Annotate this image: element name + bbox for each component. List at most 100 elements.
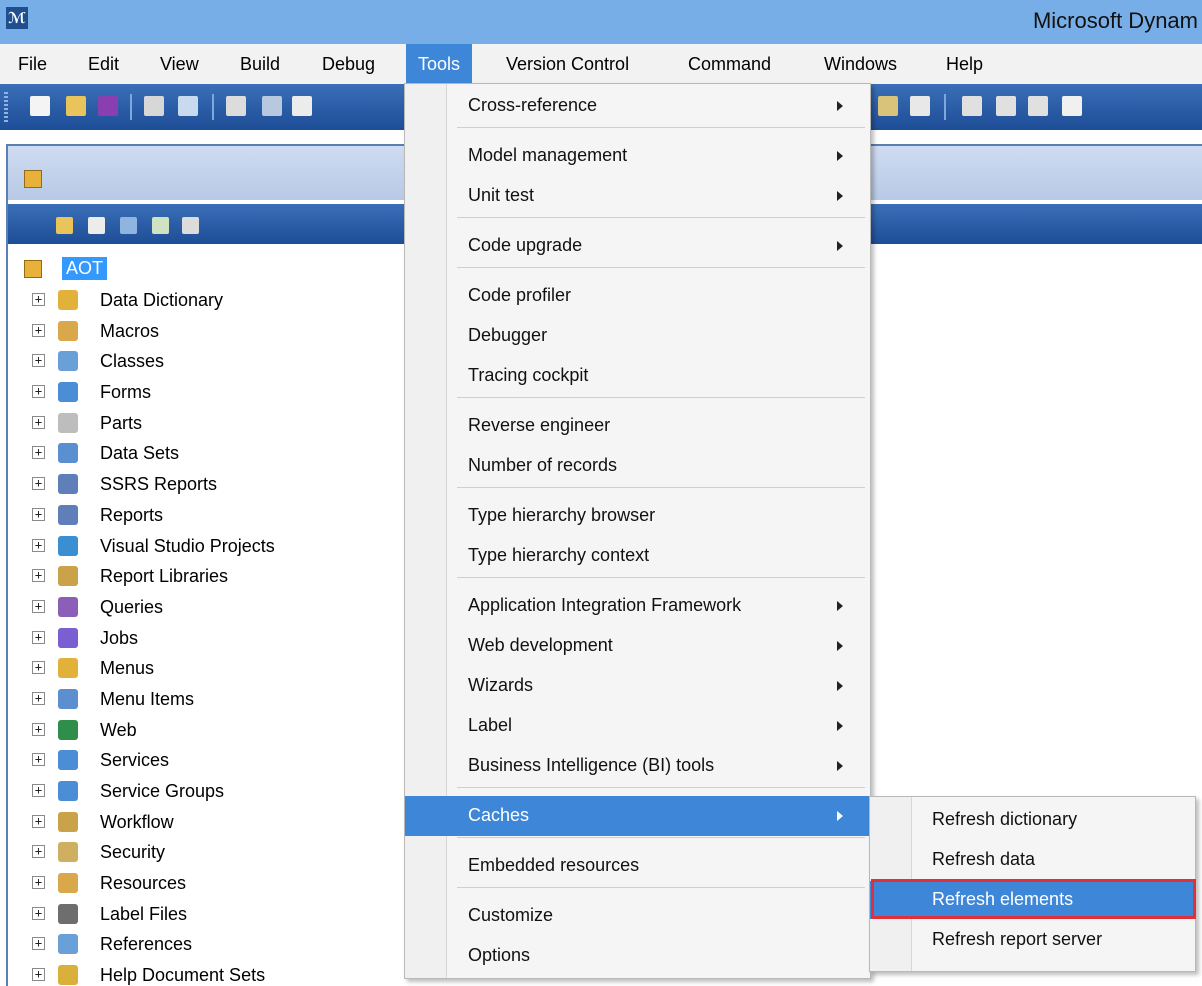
expand-plus-icon[interactable]: + bbox=[32, 538, 45, 552]
tree-node[interactable]: + Classes bbox=[32, 347, 392, 378]
print-preview-icon[interactable] bbox=[178, 96, 198, 116]
expand-plus-icon[interactable]: + bbox=[32, 906, 45, 920]
tools-menu-item[interactable]: Unit test bbox=[405, 176, 870, 216]
tools-menu-item[interactable]: Application Integration Framework bbox=[405, 586, 870, 626]
breakpoint-toggle-icon[interactable] bbox=[996, 96, 1016, 116]
expand-plus-icon[interactable]: + bbox=[32, 814, 45, 828]
tree-node[interactable]: + Web bbox=[32, 716, 392, 747]
app-icon[interactable]: ℳ bbox=[6, 7, 28, 29]
tools-menu-item[interactable]: Model management bbox=[405, 136, 870, 176]
tree-node[interactable]: + Menu Items bbox=[32, 685, 392, 716]
breakpoint-icon[interactable] bbox=[962, 96, 982, 116]
tree-node[interactable]: + Data Sets bbox=[32, 439, 392, 470]
copy-icon[interactable] bbox=[292, 96, 312, 116]
tree-node[interactable]: + Jobs bbox=[32, 624, 392, 655]
tree-node[interactable]: + References bbox=[32, 930, 392, 961]
tools-menu-item[interactable]: Code profiler bbox=[405, 276, 870, 316]
tools-menu-item[interactable]: Label bbox=[405, 706, 870, 746]
tree-node[interactable]: + Reports bbox=[32, 501, 392, 532]
compile-icon[interactable] bbox=[878, 96, 898, 116]
tree-node[interactable]: + Resources bbox=[32, 869, 392, 900]
tools-menu-item[interactable]: Customize bbox=[405, 896, 870, 936]
menu-tools[interactable]: Tools bbox=[406, 44, 473, 84]
tools-menu-item[interactable]: Debugger bbox=[405, 316, 870, 356]
tree-node[interactable]: + Parts bbox=[32, 409, 392, 440]
tree-node[interactable]: + SSRS Reports bbox=[32, 470, 392, 501]
compile-icon[interactable] bbox=[120, 217, 137, 234]
open-icon[interactable] bbox=[56, 217, 73, 234]
expand-plus-icon[interactable]: + bbox=[32, 293, 45, 306]
expand-plus-icon[interactable]: + bbox=[32, 446, 45, 460]
new-file-icon[interactable] bbox=[30, 96, 50, 116]
tree-node[interactable]: + Queries bbox=[32, 593, 392, 624]
tree-node[interactable]: + Workflow bbox=[32, 808, 392, 839]
tree-node[interactable]: + Data Dictionary bbox=[32, 286, 392, 317]
tools-menu-item[interactable]: Type hierarchy browser bbox=[405, 496, 870, 536]
properties-icon[interactable] bbox=[88, 217, 105, 234]
tools-menu-item[interactable]: Reverse engineer bbox=[405, 406, 870, 446]
expand-plus-icon[interactable]: + bbox=[32, 477, 45, 491]
expand-plus-icon[interactable]: + bbox=[32, 569, 45, 583]
tools-menu-item[interactable]: Business Intelligence (BI) tools bbox=[405, 746, 870, 786]
expand-plus-icon[interactable]: + bbox=[32, 753, 45, 767]
toolbar-grip[interactable] bbox=[4, 92, 8, 122]
checklist-icon[interactable] bbox=[1062, 96, 1082, 116]
expand-plus-icon[interactable]: + bbox=[32, 385, 45, 399]
expand-plus-icon[interactable]: + bbox=[32, 876, 45, 890]
expand-plus-icon[interactable]: + bbox=[32, 937, 45, 951]
tree-node[interactable]: + Macros bbox=[32, 317, 392, 348]
caches-submenu-item[interactable]: Refresh data bbox=[870, 841, 1195, 879]
menu-view[interactable]: View bbox=[148, 44, 211, 84]
tree-node[interactable]: + Visual Studio Projects bbox=[32, 532, 392, 563]
expand-plus-icon[interactable]: + bbox=[32, 599, 45, 613]
tools-menu-item[interactable]: Number of records bbox=[405, 446, 870, 486]
tools-menu-item[interactable]: Wizards bbox=[405, 666, 870, 706]
expand-plus-icon[interactable]: + bbox=[32, 415, 45, 429]
properties-icon[interactable] bbox=[226, 96, 246, 116]
tools-menu-item[interactable]: Options bbox=[405, 936, 870, 976]
tree-node[interactable]: + Label Files bbox=[32, 900, 392, 931]
debug-icon[interactable] bbox=[1028, 96, 1048, 116]
tree-node[interactable]: + Forms bbox=[32, 378, 392, 409]
expand-plus-icon[interactable]: + bbox=[32, 507, 45, 521]
expand-plus-icon[interactable]: + bbox=[32, 845, 45, 859]
save-icon[interactable] bbox=[98, 96, 118, 116]
caches-submenu-item[interactable]: Refresh report server bbox=[870, 921, 1195, 959]
expand-plus-icon[interactable]: + bbox=[32, 691, 45, 705]
tree-node[interactable]: + Menus bbox=[32, 654, 392, 685]
caches-submenu-item[interactable]: Refresh dictionary bbox=[870, 801, 1195, 839]
menu-command[interactable]: Command bbox=[676, 44, 783, 84]
tree-node[interactable]: + Service Groups bbox=[32, 777, 392, 808]
expand-plus-icon[interactable]: + bbox=[32, 661, 45, 675]
tree-node[interactable]: + Help Document Sets bbox=[32, 961, 392, 986]
menu-help[interactable]: Help bbox=[934, 44, 995, 84]
menu-file[interactable]: File bbox=[6, 44, 59, 84]
tools-menu-item[interactable]: Code upgrade bbox=[405, 226, 870, 266]
expand-plus-icon[interactable]: + bbox=[32, 630, 45, 644]
tree-node[interactable]: + Report Libraries bbox=[32, 562, 392, 593]
menu-debug[interactable]: Debug bbox=[310, 44, 387, 84]
menu-build[interactable]: Build bbox=[228, 44, 292, 84]
keyboard-icon[interactable] bbox=[182, 217, 199, 234]
tools-menu-item[interactable]: Tracing cockpit bbox=[405, 356, 870, 396]
expand-plus-icon[interactable]: + bbox=[32, 323, 45, 337]
menu-windows[interactable]: Windows bbox=[812, 44, 909, 84]
print-icon[interactable] bbox=[144, 96, 164, 116]
tools-menu-item[interactable]: Embedded resources bbox=[405, 846, 870, 886]
expand-plus-icon[interactable]: + bbox=[32, 784, 45, 797]
open-folder-icon[interactable] bbox=[66, 96, 86, 116]
tree-node[interactable]: + Security bbox=[32, 838, 392, 869]
expand-plus-icon[interactable]: + bbox=[32, 968, 45, 982]
import-icon[interactable] bbox=[152, 217, 169, 234]
tools-menu-item[interactable]: Type hierarchy context bbox=[405, 536, 870, 576]
menu-version-control[interactable]: Version Control bbox=[494, 44, 641, 84]
cut-icon[interactable] bbox=[262, 96, 282, 116]
expand-plus-icon[interactable]: + bbox=[32, 722, 45, 736]
tools-menu-item[interactable]: Caches bbox=[405, 796, 870, 836]
tree-node[interactable]: + Services bbox=[32, 746, 392, 777]
tools-menu-item[interactable]: Web development bbox=[405, 626, 870, 666]
expand-plus-icon[interactable]: + bbox=[32, 354, 45, 368]
menu-edit[interactable]: Edit bbox=[76, 44, 131, 84]
list-icon[interactable] bbox=[910, 96, 930, 116]
tools-menu-item[interactable]: Cross-reference bbox=[405, 86, 870, 126]
